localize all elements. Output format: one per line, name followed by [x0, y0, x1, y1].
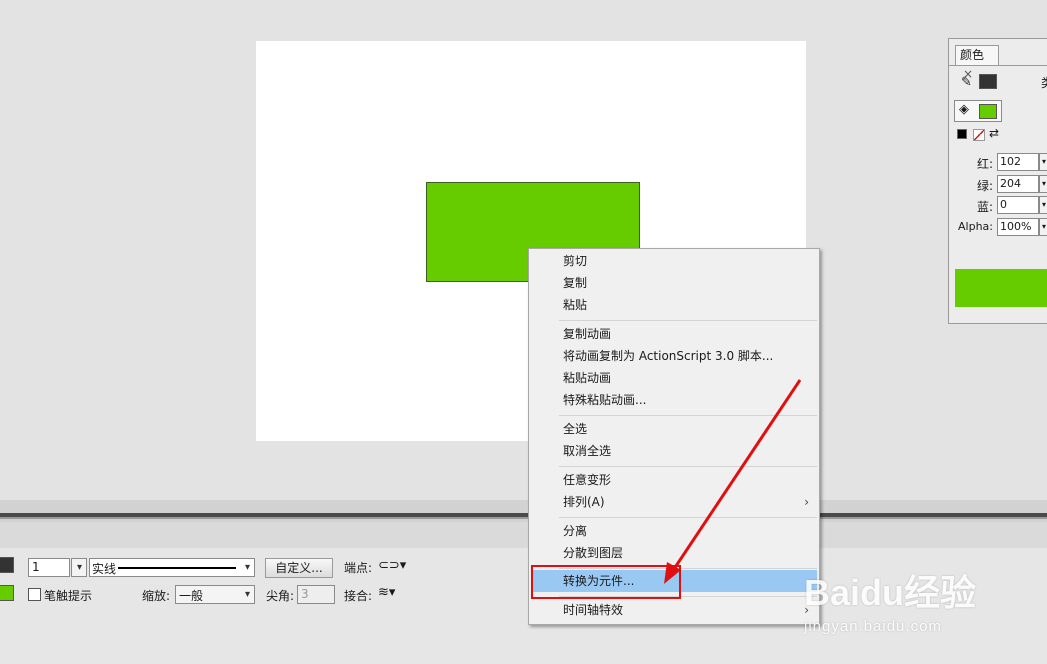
blue-label: 蓝:	[976, 200, 993, 214]
menu-item-paste-motion-special[interactable]: 特殊粘贴动画...	[531, 389, 817, 411]
black-white-icon[interactable]	[957, 129, 967, 139]
watermark-brand: Baidu经验	[804, 572, 977, 613]
green-label: 绿:	[976, 179, 993, 193]
cap-style-icon[interactable]: ⊂⊃▾	[378, 558, 406, 573]
menu-item-paste[interactable]: 粘贴	[531, 294, 817, 316]
scale-select[interactable]: 一般 ▾	[175, 585, 255, 604]
menu-item-cut[interactable]: 剪切	[531, 250, 817, 272]
stroke-style-select[interactable]: 实线 ▾	[89, 558, 255, 577]
join-style-icon[interactable]: ≋▾	[378, 585, 395, 600]
chevron-down-icon: ▾	[76, 562, 82, 573]
panel-divider	[0, 500, 1047, 548]
cap-label: 端点:	[344, 561, 373, 575]
watermark-url: jingyan.baidu.com	[804, 618, 942, 635]
chevron-down-icon: ▾	[244, 589, 250, 600]
alpha-label: Alpha:	[958, 220, 993, 233]
menu-separator	[559, 517, 817, 518]
menu-item-break-apart[interactable]: 分离	[531, 520, 817, 542]
divider-shadow	[0, 517, 1047, 519]
join-label: 接合:	[344, 589, 373, 603]
custom-stroke-button[interactable]: 自定义...	[265, 558, 333, 578]
menu-item-timeline-effects-label: 时间轴特效	[563, 603, 624, 617]
menu-item-select-all[interactable]: 全选	[531, 418, 817, 440]
menu-item-distribute-to-layers[interactable]: 分散到图层	[531, 542, 817, 564]
scale-value: 一般	[179, 589, 204, 603]
menu-item-arrange-label: 排列(A)	[563, 495, 605, 509]
type-label: 类	[1041, 74, 1047, 91]
chevron-down-icon: ▾	[244, 562, 250, 573]
properties-header	[0, 522, 1047, 548]
swap-colors-icon[interactable]: ⇄	[989, 126, 999, 140]
stroke-style-value: 实线	[92, 562, 117, 576]
stroke-color-swatch[interactable]	[0, 557, 14, 573]
menu-item-timeline-effects[interactable]: 时间轴特效 ›	[531, 599, 817, 621]
watermark: Baidu经验 jingyan.baidu.com	[800, 564, 1040, 644]
menu-item-copy-motion-as-actionscript[interactable]: 将动画复制为 ActionScript 3.0 脚本...	[531, 345, 817, 367]
red-input[interactable]: 102	[997, 153, 1039, 171]
menu-item-free-transform[interactable]: 任意变形	[531, 469, 817, 491]
alpha-input[interactable]: 100%	[997, 218, 1039, 236]
menu-separator	[559, 320, 817, 321]
stroke-style-line-preview	[118, 567, 236, 569]
annotation-highlight-box	[531, 565, 681, 599]
chevron-down-icon[interactable]: ▾	[1039, 196, 1047, 214]
fill-color-swatch[interactable]	[979, 104, 997, 119]
menu-item-deselect-all[interactable]: 取消全选	[531, 440, 817, 462]
pencil-icon[interactable]: ✎	[961, 75, 972, 90]
tab-underline	[949, 65, 1047, 66]
chevron-right-icon: ›	[804, 495, 809, 509]
no-color-icon[interactable]	[973, 129, 985, 141]
red-label: 红:	[976, 157, 993, 171]
menu-separator	[559, 466, 817, 467]
color-panel: 颜色 × ✎ 类 ◈ ⇄ 红: 102 ▾ 绿: 204 ▾ 蓝: 0 ▾ Al…	[948, 38, 1047, 324]
chevron-down-icon[interactable]: ▾	[1039, 153, 1047, 171]
menu-item-arrange[interactable]: 排列(A) ›	[531, 491, 817, 513]
scale-label: 缩放:	[142, 589, 171, 603]
stroke-height-input[interactable]: 1	[28, 558, 70, 577]
chevron-down-icon[interactable]: ▾	[1039, 218, 1047, 236]
color-preview-swatch	[955, 269, 1047, 307]
stroke-height-stepper[interactable]: ▾	[71, 558, 87, 577]
blue-input[interactable]: 0	[997, 196, 1039, 214]
menu-item-copy[interactable]: 复制	[531, 272, 817, 294]
green-input[interactable]: 204	[997, 175, 1039, 193]
color-tab-label: 颜色	[960, 48, 985, 62]
menu-item-paste-motion[interactable]: 粘贴动画	[531, 367, 817, 389]
color-panel-tab[interactable]: 颜色 ×	[955, 45, 999, 81]
miter-label: 尖角:	[266, 589, 295, 603]
stroke-hint-checkbox[interactable]	[28, 588, 41, 601]
miter-input[interactable]: 3	[297, 585, 335, 604]
chevron-down-icon[interactable]: ▾	[1039, 175, 1047, 193]
fill-color-swatch[interactable]	[0, 585, 14, 601]
workspace	[0, 0, 1047, 500]
menu-item-copy-motion[interactable]: 复制动画	[531, 323, 817, 345]
paint-bucket-icon: ◈	[959, 102, 969, 117]
stroke-color-swatch[interactable]	[979, 74, 997, 89]
menu-separator	[559, 415, 817, 416]
stroke-hint-label: 笔触提示	[44, 589, 93, 603]
